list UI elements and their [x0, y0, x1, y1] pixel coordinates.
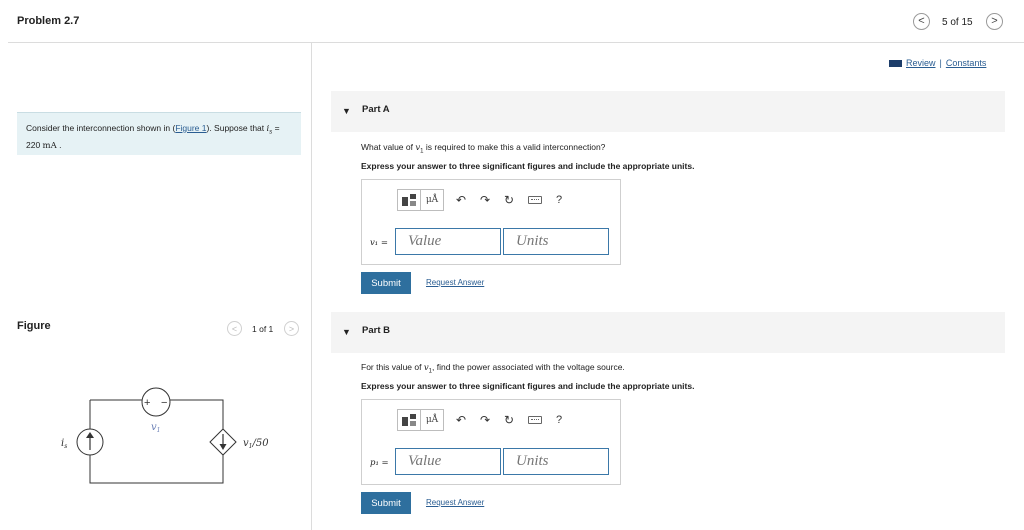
chevron-right-icon: >: [288, 323, 295, 334]
redo-icon[interactable]: ↷: [478, 413, 492, 427]
keyboard-icon[interactable]: [528, 196, 542, 204]
question-text: is required to make this a valid interco…: [423, 142, 606, 152]
intro-text-2: ). Suppose that: [206, 123, 267, 133]
top-bar: Problem 2.7 < 5 of 15 >: [0, 0, 1024, 43]
part-b-request-answer-link[interactable]: Request Answer: [426, 498, 484, 507]
resource-links: Review | Constants: [889, 58, 986, 68]
units-icon: μÅ: [425, 195, 439, 205]
minus-sign: −: [161, 397, 167, 409]
toolbar-button-group: μÅ: [397, 409, 444, 431]
part-a-instruction: Express your answer to three significant…: [361, 161, 695, 171]
undo-icon[interactable]: ↶: [454, 193, 468, 207]
chevron-right-icon: >: [991, 15, 998, 27]
part-b-answer-box: μÅ ↶ ↷ ↻ ? p₁ =: [361, 399, 621, 485]
dependent-source-label: v1/50: [243, 438, 269, 450]
collapse-triangle-icon: ▼: [342, 327, 351, 337]
wire-top-right: [170, 399, 224, 429]
previous-item-button[interactable]: <: [913, 13, 930, 30]
reset-icon[interactable]: ↻: [502, 413, 516, 427]
units-input[interactable]: [503, 448, 609, 475]
intro-text-1: Consider the interconnection shown in (: [26, 123, 176, 133]
undo-icon[interactable]: ↶: [454, 413, 468, 427]
question-text: For this value of: [361, 362, 424, 372]
part-a-request-answer-link[interactable]: Request Answer: [426, 278, 484, 287]
problem-title: Problem 2.7: [17, 15, 80, 27]
page-count: 5 of 15: [942, 17, 973, 28]
figure-link[interactable]: Figure 1: [175, 123, 206, 133]
units-icon: μÅ: [425, 415, 439, 425]
part-b-question: For this value of v1, find the power ass…: [361, 362, 625, 375]
constants-link[interactable]: Constants: [946, 58, 987, 68]
part-a-header[interactable]: ▼ Part A: [331, 91, 1005, 132]
part-b-instruction: Express your answer to three significant…: [361, 381, 695, 391]
current-arrow-icon: [86, 432, 94, 438]
column-divider: [311, 43, 312, 530]
wire-bottom: [89, 455, 224, 484]
next-item-button[interactable]: >: [986, 13, 1003, 30]
math-toolbar: μÅ ↶ ↷ ↻ ?: [397, 189, 562, 211]
help-icon[interactable]: ?: [556, 414, 562, 426]
question-text: , find the power associated with the vol…: [432, 362, 625, 372]
units-button[interactable]: μÅ: [420, 190, 443, 210]
chevron-left-icon: <: [918, 15, 925, 27]
question-text: What value of: [361, 142, 416, 152]
part-b-submit-button[interactable]: Submit: [361, 492, 411, 514]
plus-sign: +: [144, 397, 150, 409]
variable-label: v₁ =: [370, 238, 389, 248]
review-link[interactable]: Review: [906, 58, 936, 68]
templates-icon: [402, 194, 416, 206]
reset-icon[interactable]: ↻: [502, 193, 516, 207]
part-a-title: Part A: [362, 104, 390, 115]
problem-statement: Consider the interconnection shown in (F…: [17, 112, 301, 155]
units-input[interactable]: [503, 228, 609, 255]
part-b-title: Part B: [362, 325, 390, 336]
part-a-question: What value of v1 is required to make thi…: [361, 142, 605, 155]
dependent-arrow-icon: [219, 444, 227, 450]
variable-label: p₁ =: [370, 458, 389, 468]
circuit-diagram: + − v1 is v1/50: [61, 387, 269, 484]
intro-unit: mA: [42, 140, 57, 151]
voltage-label: v1: [151, 422, 160, 434]
value-input[interactable]: [395, 228, 501, 255]
figure-next-button[interactable]: >: [284, 321, 299, 336]
link-separator: |: [939, 58, 942, 68]
templates-icon: [402, 414, 416, 426]
templates-button[interactable]: [398, 190, 420, 210]
figure-prev-button[interactable]: <: [227, 321, 242, 336]
help-icon[interactable]: ?: [556, 194, 562, 206]
units-button[interactable]: μÅ: [420, 410, 443, 430]
source-label: is: [61, 438, 67, 450]
part-a-answer-box: μÅ ↶ ↷ ↻ ? v₁ =: [361, 179, 621, 265]
book-icon: [889, 59, 902, 67]
part-a-submit-button[interactable]: Submit: [361, 272, 411, 294]
intro-end: .: [56, 139, 62, 150]
redo-icon[interactable]: ↷: [478, 193, 492, 207]
value-input[interactable]: [395, 448, 501, 475]
figure-count: 1 of 1: [252, 324, 274, 334]
part-b-header[interactable]: ▼ Part B: [331, 312, 1005, 353]
chevron-left-icon: <: [231, 323, 238, 334]
keyboard-icon[interactable]: [528, 416, 542, 424]
header-divider: [8, 42, 1024, 43]
figure-label: Figure: [17, 320, 51, 332]
templates-button[interactable]: [398, 410, 420, 430]
toolbar-button-group: μÅ: [397, 189, 444, 211]
math-toolbar: μÅ ↶ ↷ ↻ ?: [397, 409, 562, 431]
collapse-triangle-icon: ▼: [342, 106, 351, 116]
